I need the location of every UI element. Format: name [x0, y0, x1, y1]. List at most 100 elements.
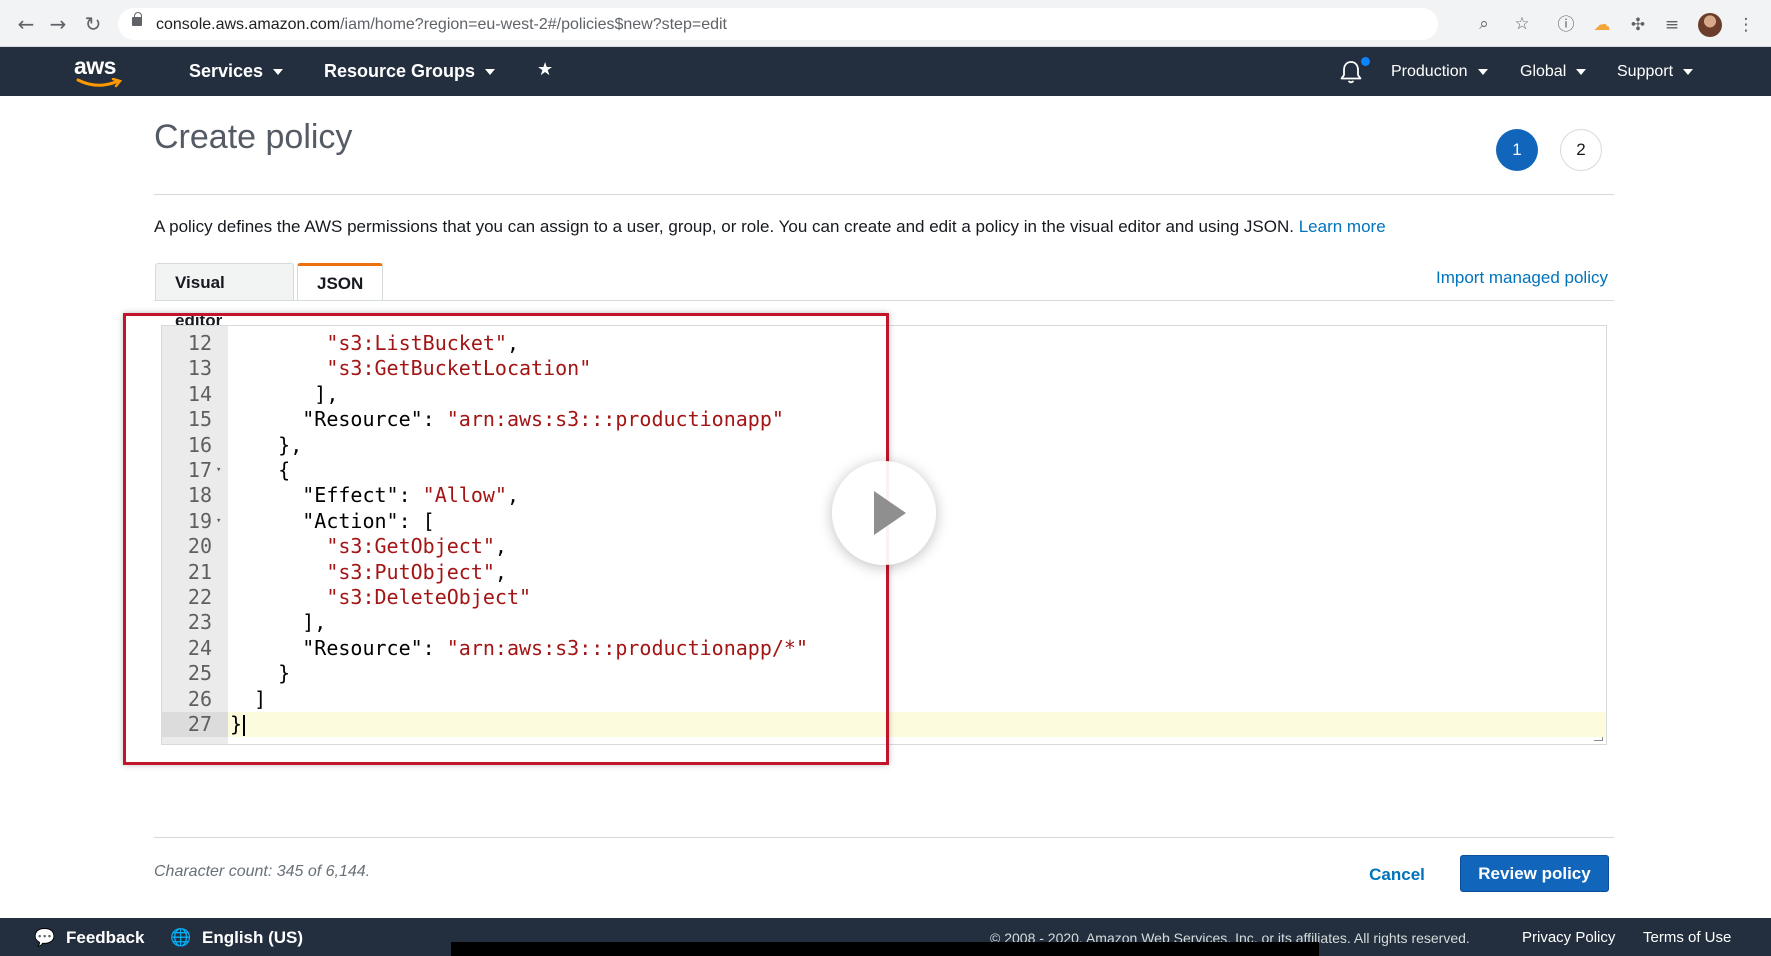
title-divider	[154, 194, 1614, 195]
chevron-down-icon	[1576, 68, 1587, 75]
code-line[interactable]: 27}	[162, 712, 1606, 738]
actions-divider	[154, 837, 1614, 838]
chevron-down-icon	[273, 69, 284, 76]
support-label: Support	[1617, 63, 1674, 80]
code-line[interactable]: 12 "s3:ListBucket",	[162, 331, 1606, 356]
bell-icon[interactable]	[1338, 59, 1364, 85]
line-number: 25	[187, 661, 212, 686]
code-text: "s3:GetObject",	[326, 534, 507, 559]
code-line[interactable]: 14 ],	[162, 381, 1606, 407]
back-icon[interactable]: ←	[14, 12, 38, 36]
code-line[interactable]: 23 ],	[162, 610, 1606, 635]
line-number: 23	[187, 610, 212, 635]
notification-dot	[1361, 57, 1370, 66]
code-text: }	[230, 712, 246, 737]
url-host: console.aws.amazon.com	[156, 16, 341, 33]
line-number: 14	[187, 381, 212, 406]
code-line[interactable]: 16 },	[162, 432, 1606, 458]
learn-more-link[interactable]: Learn more	[1299, 217, 1386, 236]
code-line[interactable]: 25 }	[162, 661, 1606, 686]
play-icon	[874, 491, 906, 535]
cloud-extension-icon[interactable]: ☁	[1590, 13, 1614, 37]
account-label: Production	[1391, 63, 1468, 80]
code-line[interactable]: 24 "Resource": "arn:aws:s3:::productiona…	[162, 635, 1606, 661]
code-text: ],	[230, 381, 339, 406]
code-text: ],	[230, 610, 327, 635]
import-managed-policy-link[interactable]: Import managed policy	[1436, 268, 1608, 288]
language-selector[interactable]: English (US)	[202, 928, 303, 948]
privacy-policy-link[interactable]: Privacy Policy	[1522, 929, 1615, 946]
code-text: "Effect": "Allow",	[230, 483, 519, 508]
line-number: 16	[187, 432, 212, 457]
browser-menu-icon[interactable]: ⋮	[1734, 13, 1758, 37]
review-policy-button[interactable]: Review policy	[1460, 855, 1609, 892]
code-text: }	[230, 661, 291, 686]
tab-json[interactable]: JSON	[297, 263, 383, 301]
code-line[interactable]: 26 ]	[162, 686, 1606, 712]
resource-groups-menu[interactable]: Resource Groups	[324, 61, 496, 82]
code-line[interactable]: 15 "Resource": "arn:aws:s3:::productiona…	[162, 407, 1606, 432]
character-count: Character count: 345 of 6,144.	[154, 863, 371, 880]
aws-logo-text: aws	[74, 53, 116, 79]
chevron-down-icon	[485, 69, 496, 76]
code-text: "s3:PutObject",	[326, 559, 507, 584]
code-line[interactable]: 13 "s3:GetBucketLocation"	[162, 356, 1606, 381]
code-text: "s3:GetBucketLocation"	[326, 356, 592, 381]
tab-divider	[154, 300, 1614, 301]
reload-icon[interactable]: ↻	[81, 12, 105, 36]
forward-icon[interactable]: →	[46, 12, 70, 36]
services-label: Services	[189, 61, 264, 81]
url-text: console.aws.amazon.com/iam/home?region=e…	[156, 16, 727, 34]
code-text: ]	[230, 686, 267, 711]
feedback-icon: 💬	[34, 928, 56, 948]
cancel-button[interactable]: Cancel	[1357, 857, 1437, 893]
code-text: },	[230, 432, 303, 457]
region-label: Global	[1520, 63, 1567, 80]
media-queue-icon[interactable]: ≡	[1660, 13, 1684, 37]
line-number: 18	[187, 483, 212, 508]
step-indicator-2: 2	[1560, 129, 1602, 171]
page-title: Create policy	[154, 118, 353, 156]
line-number: 27	[162, 712, 228, 738]
fold-toggle-icon[interactable]: ▾	[216, 509, 221, 534]
code-text: "s3:ListBucket",	[326, 331, 519, 355]
support-menu[interactable]: Support	[1617, 63, 1694, 81]
video-play-button[interactable]	[832, 461, 936, 565]
address-bar[interactable]: console.aws.amazon.com/iam/home?region=e…	[118, 8, 1530, 40]
chevron-down-icon	[1477, 68, 1488, 75]
services-menu[interactable]: Services	[189, 61, 284, 82]
line-number: 21	[187, 559, 212, 584]
password-extension-icon[interactable]: ⓘ	[1554, 13, 1578, 37]
star-icon[interactable]: ☆	[1510, 12, 1534, 36]
url-path: /iam/home?region=eu-west-2#/policies$new…	[340, 16, 727, 33]
code-text: "Resource": "arn:aws:s3:::productionapp"	[230, 407, 784, 432]
aws-logo[interactable]: aws	[74, 53, 126, 89]
account-menu[interactable]: Production	[1391, 63, 1488, 81]
tab-visual-editor[interactable]: Visual editor	[155, 263, 294, 330]
zoom-icon[interactable]: ⌕	[1472, 12, 1496, 36]
feedback-link[interactable]: Feedback	[66, 928, 144, 948]
pin-icon[interactable]: ★	[537, 59, 553, 80]
code-line[interactable]: 22 "s3:DeleteObject"	[162, 585, 1606, 610]
line-number: 13	[187, 356, 212, 381]
video-caption-strip	[451, 942, 1319, 956]
line-number: 24	[187, 635, 212, 660]
profile-avatar[interactable]	[1698, 13, 1722, 37]
code-text: "Resource": "arn:aws:s3:::productionapp/…	[230, 635, 808, 660]
text-cursor	[243, 715, 246, 736]
line-number: 26	[187, 686, 212, 711]
aws-smile-icon	[76, 78, 123, 88]
line-number: 12	[187, 331, 212, 355]
terms-of-use-link[interactable]: Terms of Use	[1643, 929, 1731, 946]
code-text: "Action": [	[230, 508, 435, 533]
line-number: 20	[187, 534, 212, 559]
step-indicator-1: 1	[1496, 129, 1538, 171]
region-menu[interactable]: Global	[1520, 63, 1587, 81]
fold-toggle-icon[interactable]: ▾	[216, 458, 221, 483]
policy-description: A policy defines the AWS permissions tha…	[154, 217, 1386, 237]
description-text: A policy defines the AWS permissions tha…	[154, 217, 1294, 236]
code-text: "s3:DeleteObject"	[326, 585, 532, 609]
chevron-down-icon	[1683, 68, 1694, 75]
puzzle-extension-icon[interactable]: ✣	[1626, 13, 1650, 37]
lock-icon	[132, 12, 142, 26]
